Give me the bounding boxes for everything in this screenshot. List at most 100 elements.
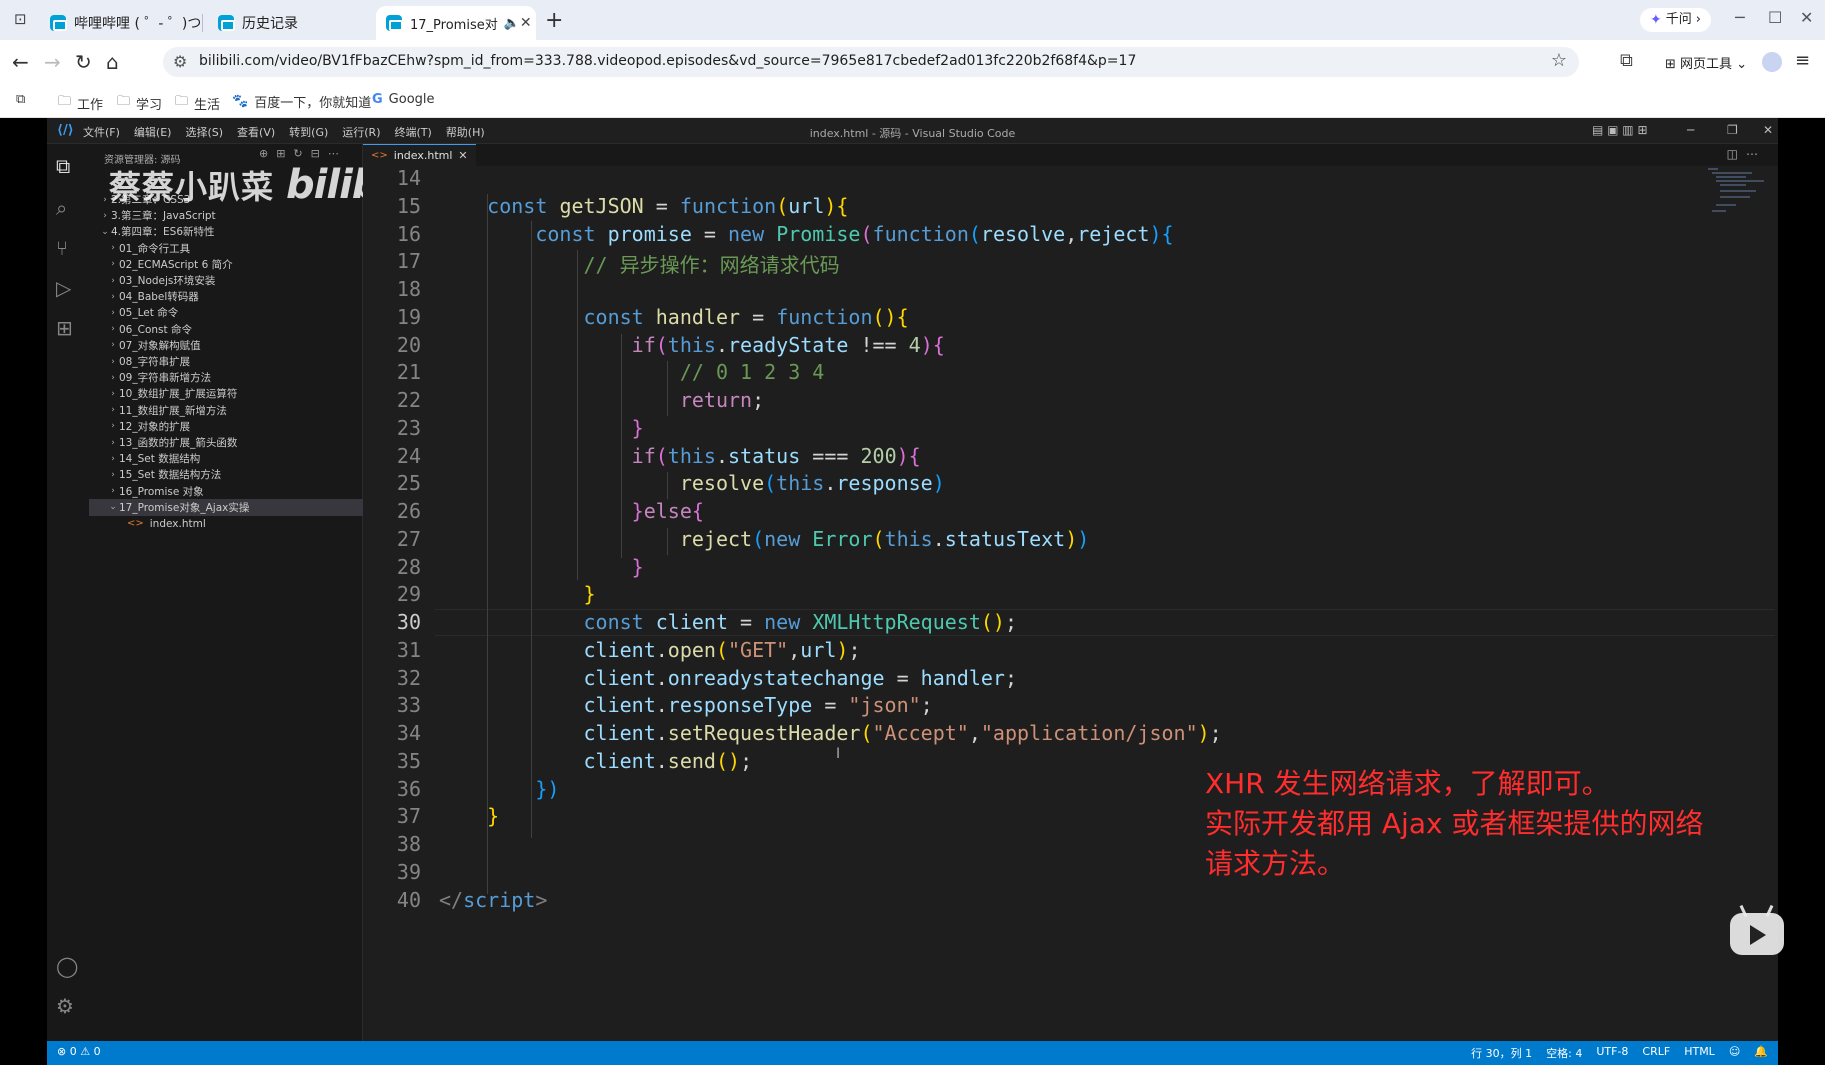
reload-icon[interactable]: ↻ [75,50,92,74]
code-line: if(this.readyState !== 4){ [631,332,945,357]
browser-tab-active[interactable]: 17_Promise对 🔈 ✕ [376,6,536,40]
source-control-icon[interactable]: ⑂ [56,236,68,260]
search-icon[interactable]: ⌕ [56,196,67,220]
bookmark-work[interactable]: 🗀 工作 [58,92,103,114]
video-player[interactable]: ⟨/⟩ 文件(F) 编辑(E) 选择(S) 查看(V) 转到(G) 运行(R) … [0,118,1825,1065]
bookmark-baidu[interactable]: 🐾 百度一下，你就知道 [232,92,371,111]
bookmark-google[interactable]: G Google [372,92,435,107]
play-button[interactable] [1730,904,1784,955]
account-icon[interactable]: ◯ [56,954,78,978]
tree-folder[interactable]: › 04_Babel转码器 [89,288,363,305]
code-line: }) [535,776,560,801]
layout-toggle-icon[interactable]: ▤ ▣ ▥ ⊞ [1592,123,1648,137]
language-mode[interactable]: HTML [1684,1045,1715,1061]
bookmark-study[interactable]: 🗀 学习 [117,92,162,114]
bookmark-star-icon[interactable]: ☆ [1551,50,1567,71]
audio-playing-icon[interactable]: 🔈 [504,16,520,31]
tree-folder[interactable]: › 10_数组扩展_扩展运算符 [89,385,363,402]
chevron-right-icon: › [111,486,115,497]
explorer-actions[interactable]: ⊕⊞↻⊟⋯ [259,147,347,160]
back-arrow-icon[interactable]: ← [12,50,29,74]
feedback-icon[interactable]: ☺ [1729,1045,1740,1061]
explorer-icon[interactable]: ⧉ [56,154,70,178]
code-line: client.send(); [583,748,753,773]
tree-folder[interactable]: › 12_对象的扩展 [89,418,363,435]
close-editor-icon[interactable]: ✕ [458,149,467,162]
code-line: client.setRequestHeader("Accept","applic… [583,721,1222,745]
tree-item-label: 15_Set 数据结构方法 [119,469,222,482]
tree-item-label: 14_Set 数据结构 [119,453,201,466]
maximize-icon[interactable]: ☐ [1768,8,1782,27]
close-tab-icon[interactable]: ✕ [520,15,532,31]
chevron-right-icon: › [1695,12,1701,27]
tree-folder[interactable]: › 08_字符串扩展 [89,353,363,370]
tab-groups-icon[interactable]: ⧉ [16,92,25,107]
new-tab-button[interactable]: + [545,8,563,33]
vscode-restore-icon[interactable]: ❐ [1727,123,1738,137]
tree-folder[interactable]: › 3.第三章：JavaScript [89,207,363,224]
tree-item-label: 4.第四章：ES6新特性 [111,226,215,239]
code-editor[interactable]: 14 15 const getJSON = function(url){16 co… [363,166,1778,1041]
line-ending[interactable]: CRLF [1642,1045,1670,1061]
indentation[interactable]: 空格: 4 [1546,1045,1582,1061]
tree-folder[interactable]: › 06_Const 命令 [89,321,363,338]
bookmark-life[interactable]: 🗀 生活 [175,92,220,114]
folder-icon: 🗀 [175,94,189,109]
status-bar: ⊗ 0 ⚠ 0 行 30，列 1 空格: 4 UTF-8 CRLF HTML ☺… [47,1041,1778,1065]
tree-item-label: 13_函数的扩展_箭头函数 [119,437,238,449]
tree-folder[interactable]: › 15_Set 数据结构方法 [89,466,363,483]
tree-folder[interactable]: › 03_Nodejs环境安装 [89,272,363,289]
tree-folder[interactable]: › 14_Set 数据结构 [89,450,363,467]
tree-folder[interactable]: › 11_数组扩展_新增方法 [89,402,363,419]
vscode-minimize-icon[interactable]: ─ [1687,123,1694,137]
line-number: 20 [396,332,421,357]
chevron-right-icon: › [111,405,115,416]
editor-actions[interactable]: ◫⋯ [1727,147,1766,161]
tree-folder[interactable]: › 09_字符串新增方法 [89,369,363,386]
line-number: 31 [396,637,421,662]
editor-tab-index-html[interactable]: <> index.html ✕ [363,144,476,166]
minimize-icon[interactable]: ─ [1735,8,1745,27]
extensions-icon[interactable]: ⧉ [1620,50,1633,71]
browser-tab-bilibili[interactable]: 哔哩哔哩 ( ゜- ゜)つロ [40,6,200,40]
minimap-line [1716,176,1746,178]
qianwen-button[interactable]: ✦ 千问 › [1640,8,1711,32]
problems-indicator[interactable]: ⊗ 0 ⚠ 0 [57,1045,101,1058]
line-number: 38 [396,832,421,856]
extensions-icon[interactable]: ⊞ [56,316,73,340]
run-debug-icon[interactable]: ▷ [56,276,71,300]
tree-folder[interactable]: › 13_函数的扩展_箭头函数 [89,434,363,451]
encoding[interactable]: UTF-8 [1596,1045,1628,1061]
close-window-icon[interactable]: ✕ [1800,8,1813,27]
line-number: 32 [396,665,421,690]
tree-folder[interactable]: › 07_对象解构赋值 [89,337,363,354]
tree-folder[interactable]: › 01_命令行工具 [89,240,363,257]
forward-arrow-icon[interactable]: → [44,50,61,74]
tree-folder[interactable]: ⌄ 4.第四章：ES6新特性 [89,223,363,240]
tree-folder[interactable]: › 16_Promise 对象 [89,483,363,500]
address-bar[interactable]: ⚙ bilibili.com/video/BV1fFbazCEhw?spm_id… [163,47,1579,77]
tree-folder[interactable]: ⌄ 17_Promise对象_Ajax实操 [89,498,363,516]
tree-item-label: 10_数组扩展_扩展运算符 [119,388,238,401]
minimap[interactable] [1708,166,1768,226]
tree-file[interactable]: <> index.html [89,515,363,532]
line-number: 22 [396,388,421,412]
vscode-close-icon[interactable]: ✕ [1763,123,1773,137]
home-icon[interactable]: ⌂ [106,50,119,74]
tree-folder[interactable]: › 02_ECMAScript 6 简介 [89,256,363,273]
code-line: const promise = new Promise(function(res… [535,221,1174,246]
browser-menu-icon[interactable]: ≡ [1795,50,1810,71]
chevron-down-icon: ⌄ [109,502,117,513]
settings-gear-icon[interactable]: ⚙ [56,994,74,1018]
cursor-position[interactable]: 行 30，列 1 [1471,1045,1532,1061]
site-info-icon[interactable]: ⚙ [173,52,187,71]
profile-avatar[interactable] [1762,52,1782,72]
qianwen-logo-icon: ✦ [1650,12,1662,28]
notifications-bell-icon[interactable]: 🔔 [1754,1045,1768,1061]
tab-search-icon[interactable]: ⊡ [14,10,27,28]
url-text[interactable]: bilibili.com/video/BV1fFbazCEhw?spm_id_f… [199,53,1136,69]
browser-tab-history[interactable]: 历史记录 [208,6,368,40]
web-tools-menu[interactable]: ⊞ 网页工具 ⌄ [1665,53,1747,72]
bilibili-favicon-icon [218,15,235,31]
tree-folder[interactable]: › 05_Let 命令 [89,304,363,321]
